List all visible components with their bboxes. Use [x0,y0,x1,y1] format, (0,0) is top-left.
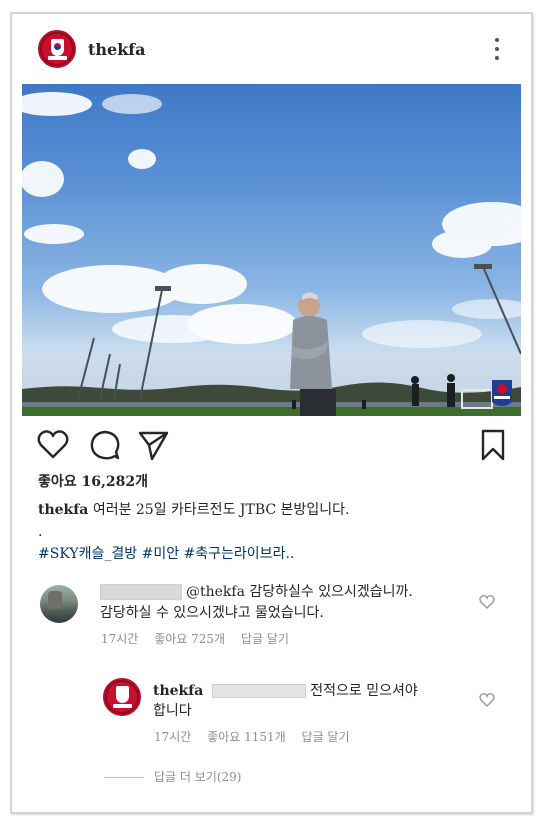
comment-reply-button[interactable]: 답글 달기 [241,632,289,646]
action-bar [36,428,510,464]
comment-heart-icon[interactable] [479,594,495,610]
caption-text: 여러분 25일 카타르전도 JTBC 본방입니다. [92,502,350,518]
reply-time: 17시간 [154,730,192,744]
bookmark-icon[interactable] [476,428,510,462]
likes-count[interactable]: 좋아요 16,282개 [38,471,148,491]
kfa-avatar[interactable] [38,30,76,68]
reply-likes[interactable]: 좋아요 1151개 [207,730,286,744]
reply-heart-icon[interactable] [479,692,495,708]
caption-username[interactable]: thekfa [38,502,88,518]
reply-username[interactable]: thekfa [153,683,203,699]
kfa-crest-icon [51,39,64,56]
comment-icon[interactable] [88,428,122,462]
comment-likes[interactable]: 좋아요 725개 [154,632,225,646]
send-icon[interactable] [136,428,170,462]
reply-reply-button[interactable]: 답글 달기 [302,730,350,744]
reply-meta: 17시간 좋아요 1151개 답글 달기 [154,728,362,745]
post-username[interactable]: thekfa [88,40,146,59]
caption-dot: . [38,524,43,540]
redacted-mention [211,684,306,698]
view-more-replies[interactable]: 답글 더 보기(29) [104,768,241,785]
hashtags[interactable]: #SKY캐슬_결방 #미안 #축구는라이브라.. [38,543,294,563]
post-photo[interactable] [22,84,521,416]
reply-text-line2: 합니다 [153,703,192,719]
redacted-username [100,584,182,600]
post-header: thekfa [26,30,516,70]
caption: thekfa 여러분 25일 카타르전도 JTBC 본방입니다. [38,499,349,519]
comment-text-line2: 감당하실 수 있으시겠냐고 물었습니다. [100,605,324,621]
kfa-crest-icon [116,686,129,703]
heart-icon[interactable] [36,428,70,462]
reply-avatar[interactable] [103,678,141,716]
comment-mention[interactable]: @thekfa [186,584,245,600]
comment-text-line1: @thekfa 감당하실수 있으시겠습니까. [100,581,413,603]
commenter-avatar[interactable] [40,585,78,623]
more-options-icon[interactable] [494,36,500,62]
reply-text-line1: thekfa 전적으로 믿으셔야 [153,683,418,699]
comment-time: 17시간 [101,632,139,646]
comment-meta: 17시간 좋아요 725개 답글 달기 [101,630,301,647]
